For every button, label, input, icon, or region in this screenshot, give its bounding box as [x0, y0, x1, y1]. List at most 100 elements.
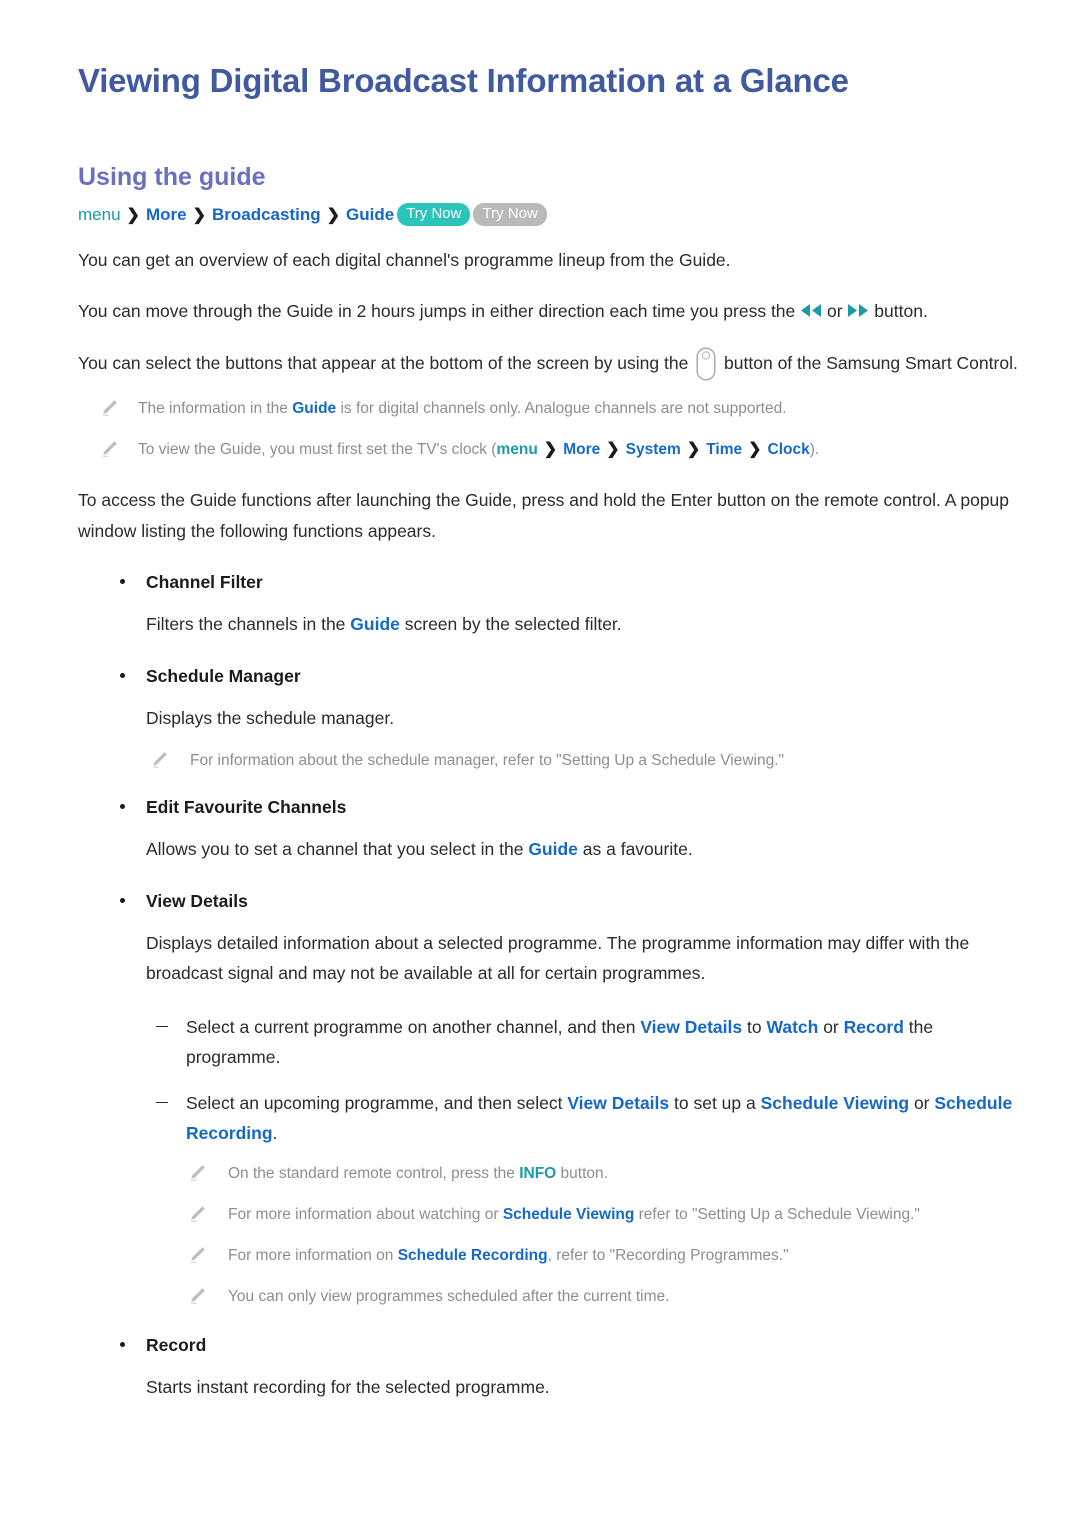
bullet-dot-icon — [120, 1341, 125, 1347]
try-now-badge-inactive[interactable]: Try Now — [473, 202, 547, 226]
dash-before: Select a current programme on another ch… — [186, 1016, 641, 1037]
breadcrumb-item-more[interactable]: More — [146, 205, 187, 224]
note-crumb-time[interactable]: Time — [706, 441, 742, 458]
pencil-icon — [100, 398, 119, 417]
link-guide[interactable]: Guide — [528, 839, 578, 859]
note-digital-channels: The information in the Guide is for digi… — [78, 395, 1018, 422]
note-schedule-manager: For information about the schedule manag… — [78, 747, 1018, 774]
section-heading: Using the guide — [78, 162, 266, 191]
bullet-view-details: View Details — [78, 886, 1018, 916]
intro-paragraph-1: You can get an overview of each digital … — [78, 249, 731, 270]
note-after: button. — [556, 1164, 608, 1182]
pencil-icon — [150, 750, 169, 769]
breadcrumb: menu ❯ More ❯ Broadcasting ❯ Guide Try Now Try N… — [78, 202, 1018, 229]
note-before: For more information on — [228, 1246, 398, 1264]
access-paragraph: To access the Guide functions after laun… — [78, 489, 1010, 541]
chevron-right-icon: ❯ — [192, 206, 206, 224]
pencil-icon — [188, 1163, 207, 1182]
desc-before: Filters the channels in the — [146, 613, 351, 634]
note-clock-after: ). — [809, 440, 820, 458]
link-guide[interactable]: Guide — [350, 614, 400, 634]
fast-forward-icon — [847, 303, 869, 318]
note-crumb-system[interactable]: System — [626, 441, 681, 458]
bullet-label: Channel Filter — [146, 571, 263, 592]
note-schedule-viewing-info: For more information about watching or S… — [78, 1201, 1018, 1228]
dash-item-upcoming-programme: Select an upcoming programme, and then s… — [78, 1088, 1018, 1148]
note-clock-before: To view the Guide, you must first set th… — [138, 440, 497, 458]
bullet-dot-icon — [120, 897, 125, 903]
intro-p3-after: button of the Samsung Smart Control. — [719, 352, 1018, 373]
try-now-badge-active[interactable]: Try Now — [397, 202, 471, 226]
note-before: For more information about watching or — [228, 1205, 503, 1223]
bullet-schedule-manager: Schedule Manager — [78, 661, 1018, 691]
document-page: Viewing Digital Broadcast Information at… — [0, 0, 1080, 1527]
bullet-dot-icon — [120, 672, 125, 678]
note-text: You can only view programmes scheduled a… — [228, 1287, 670, 1305]
dash-mid-1: to — [742, 1016, 767, 1037]
intro-paragraph-3: You can select the buttons that appear a… — [78, 347, 1018, 381]
channel-filter-description: Filters the channels in the Guide screen… — [78, 609, 1018, 639]
chevron-right-icon: ❯ — [543, 440, 558, 458]
link-schedule-viewing[interactable]: Schedule Viewing — [503, 1206, 635, 1223]
dash-mid-2: or — [909, 1092, 935, 1113]
note-text: For information about the schedule manag… — [190, 751, 785, 769]
note-crumb-clock[interactable]: Clock — [768, 441, 810, 458]
intro-p3-before: You can select the buttons that appear a… — [78, 352, 694, 373]
link-view-details[interactable]: View Details — [567, 1093, 669, 1113]
link-record[interactable]: Record — [844, 1017, 904, 1037]
breadcrumb-item-broadcasting[interactable]: Broadcasting — [212, 205, 321, 224]
dash-icon — [156, 1101, 168, 1104]
link-view-details[interactable]: View Details — [640, 1017, 742, 1037]
dash-mid-1: to set up a — [669, 1092, 761, 1113]
bullet-dot-icon — [120, 803, 125, 809]
link-info[interactable]: INFO — [519, 1165, 556, 1182]
note-after: , refer to "Recording Programmes." — [547, 1246, 789, 1264]
desc-after: as a favourite. — [577, 838, 693, 859]
chevron-right-icon: ❯ — [748, 440, 762, 458]
intro-p2-after: button. — [869, 300, 928, 321]
bullet-label: Schedule Manager — [146, 665, 301, 686]
note-after: refer to "Setting Up a Schedule Viewing.… — [634, 1205, 920, 1223]
schedule-manager-description: Displays the schedule manager. — [146, 707, 395, 728]
smart-control-button-icon — [696, 347, 716, 381]
chevron-right-icon: ❯ — [126, 206, 140, 224]
desc-before: Allows you to set a channel that you sel… — [146, 838, 529, 859]
page-title: Viewing Digital Broadcast Information at… — [78, 62, 849, 99]
chevron-right-icon: ❯ — [686, 440, 701, 458]
intro-p2-or: or — [822, 300, 848, 321]
edit-favourite-description: Allows you to set a channel that you sel… — [78, 834, 1018, 864]
note-link-guide[interactable]: Guide — [292, 400, 336, 417]
link-schedule-recording[interactable]: Schedule Recording — [398, 1247, 548, 1264]
pencil-icon — [100, 439, 119, 458]
desc-after: screen by the selected filter. — [399, 613, 622, 634]
chevron-right-icon: ❯ — [606, 440, 620, 458]
view-details-description: Displays detailed information about a se… — [146, 932, 970, 983]
note-before: On the standard remote control, press th… — [228, 1164, 520, 1182]
note-text-before: The information in the — [138, 399, 293, 417]
bullet-dot-icon — [120, 578, 125, 584]
rewind-icon — [800, 303, 822, 318]
record-description: Starts instant recording for the selecte… — [146, 1376, 550, 1397]
bullet-label: Record — [146, 1334, 207, 1355]
breadcrumb-item-menu[interactable]: menu — [78, 205, 121, 224]
dash-item-current-programme: Select a current programme on another ch… — [78, 1012, 1018, 1072]
dash-before: Select an upcoming programme, and then s… — [186, 1092, 568, 1113]
note-schedule-recording-info: For more information on Schedule Recordi… — [78, 1242, 1018, 1269]
note-crumb-menu[interactable]: menu — [496, 441, 537, 458]
dash-mid-2: or — [818, 1016, 844, 1037]
link-schedule-viewing[interactable]: Schedule Viewing — [761, 1093, 909, 1113]
bullet-channel-filter: Channel Filter — [78, 567, 1018, 597]
note-text-after: is for digital channels only. Analogue c… — [336, 399, 787, 417]
intro-p2-before: You can move through the Guide in 2 hour… — [78, 300, 801, 321]
link-watch[interactable]: Watch — [766, 1017, 818, 1037]
bullet-edit-favourite-channels: Edit Favourite Channels — [78, 792, 1018, 822]
note-scheduled-after-current-time: You can only view programmes scheduled a… — [78, 1283, 1018, 1310]
bullet-record: Record — [78, 1330, 1018, 1360]
intro-paragraph-2: You can move through the Guide in 2 hour… — [78, 296, 1018, 327]
pencil-icon — [188, 1245, 207, 1264]
note-set-clock: To view the Guide, you must first set th… — [78, 436, 1018, 463]
note-crumb-more[interactable]: More — [563, 441, 600, 458]
note-info-button: On the standard remote control, press th… — [78, 1160, 1018, 1187]
bullet-label: Edit Favourite Channels — [146, 796, 347, 817]
breadcrumb-item-guide[interactable]: Guide — [346, 205, 394, 224]
